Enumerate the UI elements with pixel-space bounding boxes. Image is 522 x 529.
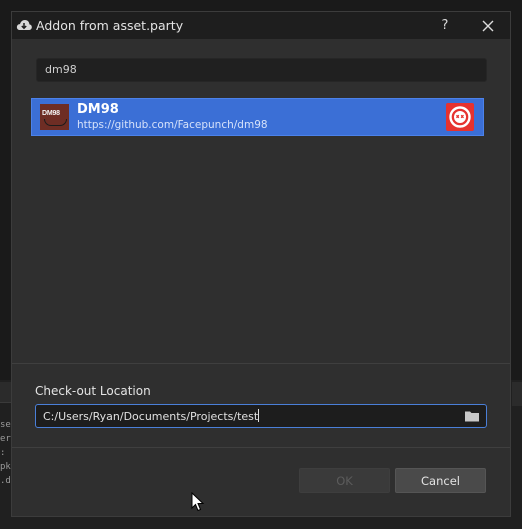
text-caret [258, 409, 260, 422]
cancel-button[interactable]: Cancel [395, 468, 486, 493]
list-item[interactable]: DM98 DM98 https://github.com/Facepunch/d… [31, 98, 484, 136]
mouse-pointer-icon [191, 492, 205, 512]
addon-badge-icon [446, 103, 474, 131]
addon-name: DM98 [77, 102, 119, 117]
search-input[interactable]: dm98 [36, 58, 487, 82]
close-icon[interactable] [478, 16, 498, 36]
checkout-path-text: C:/Users/Ryan/Documents/Projects/test [43, 410, 259, 423]
ok-button[interactable]: OK [299, 468, 390, 493]
checkout-label: Check-out Location [35, 384, 151, 398]
help-button[interactable]: ? [435, 16, 455, 36]
dialog-titlebar[interactable]: Addon from asset.party ? [12, 12, 510, 39]
folder-icon[interactable] [464, 409, 480, 423]
addon-dialog: Addon from asset.party ? dm98 DM98 DM98 … [11, 11, 511, 517]
thumbnail-graphic [44, 119, 67, 126]
addon-url: https://github.com/Facepunch/dm98 [77, 119, 268, 131]
thumbnail-text: DM98 [42, 110, 60, 117]
section-divider [12, 363, 510, 364]
cloud-download-icon [16, 20, 32, 30]
badge-graphic-icon [449, 106, 471, 128]
addon-thumbnail: DM98 [40, 104, 69, 130]
background-right-edge [512, 382, 522, 406]
footer-divider [12, 447, 510, 448]
checkout-path-field[interactable]: C:/Users/Ryan/Documents/Projects/test [35, 404, 487, 428]
dialog-title: Addon from asset.party [36, 18, 184, 33]
